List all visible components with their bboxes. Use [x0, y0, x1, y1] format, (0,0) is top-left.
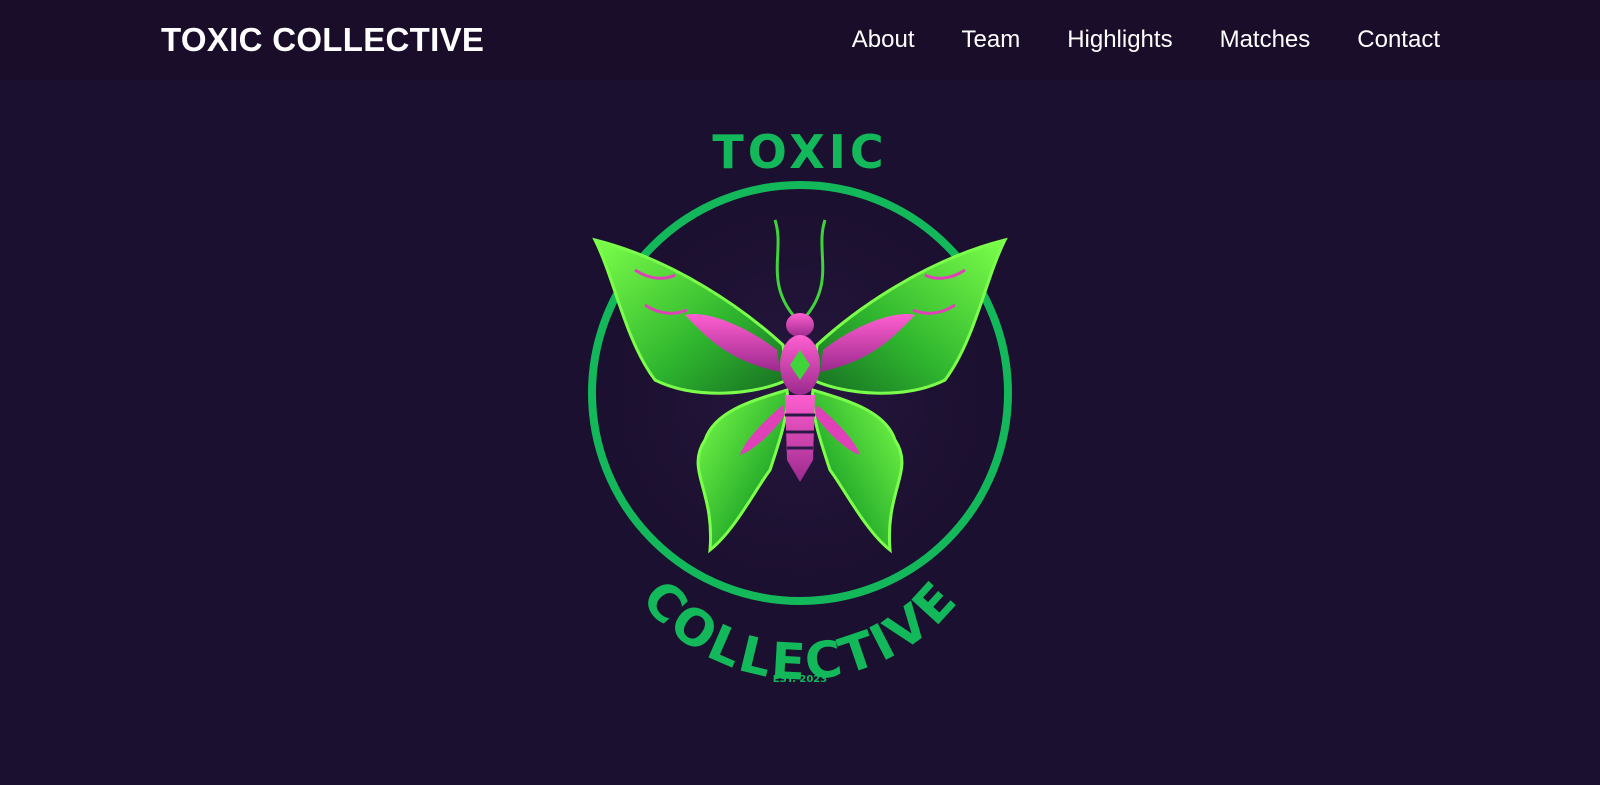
nav-link-about[interactable]: About [852, 26, 915, 53]
logo-text-top: TOXIC [712, 125, 887, 179]
logo-established: EST. 2023 [773, 674, 827, 685]
nav-menu: About Team Highlights Matches Contact [852, 26, 1440, 54]
nav-item-matches: Matches [1220, 26, 1311, 54]
team-logo: TOXIC COLLECTIVE EST. 2023 [555, 110, 1065, 710]
nav-item-highlights: Highlights [1067, 26, 1172, 54]
top-navbar: TOXIC COLLECTIVE About Team Highlights M… [0, 0, 1600, 80]
brand-link[interactable]: TOXIC COLLECTIVE [161, 21, 484, 59]
nav-link-team[interactable]: Team [962, 26, 1021, 53]
nav-item-contact: Contact [1357, 26, 1440, 54]
team-logo-graphic: TOXIC COLLECTIVE EST. 2023 [570, 125, 1030, 692]
nav-item-team: Team [962, 26, 1021, 54]
nav-link-contact[interactable]: Contact [1357, 26, 1440, 53]
nav-item-about: About [852, 26, 915, 54]
nav-link-highlights[interactable]: Highlights [1067, 26, 1172, 53]
nav-link-matches[interactable]: Matches [1220, 26, 1311, 53]
